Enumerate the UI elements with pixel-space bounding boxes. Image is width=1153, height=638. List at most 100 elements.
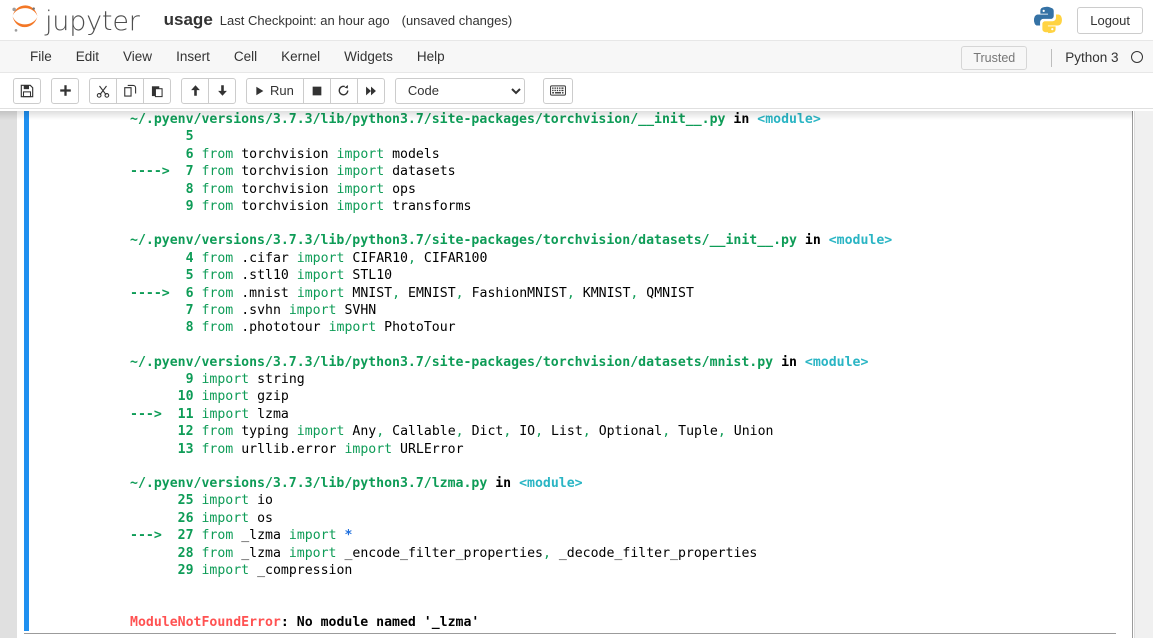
move-cell-down-button[interactable] (208, 77, 236, 104)
code-punct: , (717, 424, 726, 440)
code-punct: , (535, 424, 544, 440)
code-identifier: torchvision (241, 146, 329, 162)
toolbar-group-clipboard (89, 77, 171, 104)
code-keyword: from (201, 164, 234, 180)
toolbar-group-move (181, 77, 236, 104)
code-identifier: torchvision (241, 181, 329, 197)
menu-item-insert[interactable]: Insert (164, 43, 222, 70)
code-star: * (344, 528, 353, 544)
notebook-page: ~/.pyenv/versions/3.7.3/lib/python3.7/si… (17, 111, 1133, 638)
traceback-line-number: 26 (177, 510, 194, 526)
code-keyword: from (201, 528, 234, 544)
code-identifier: CIFAR100 (423, 250, 488, 266)
traceback-source-line: ----> 6 from .mnist import MNIST, EMNIST… (130, 285, 1110, 302)
jupyter-notebook-app: jupyter usage Last Checkpoint: an hour a… (0, 0, 1153, 638)
traceback-frame-header: ~/.pyenv/versions/3.7.3/lib/python3.7/si… (130, 232, 1110, 249)
paste-icon (151, 85, 163, 97)
toolbar-group-insert (51, 77, 79, 104)
unsaved-changes-text: (unsaved changes) (401, 12, 513, 28)
menu-item-cell[interactable]: Cell (222, 43, 269, 70)
code-identifier: ops (392, 181, 416, 197)
run-button-label: Run (270, 83, 294, 98)
code-keyword: import (288, 302, 337, 318)
code-identifier: IO (519, 424, 536, 440)
menu-item-file[interactable]: File (18, 43, 64, 70)
code-identifier: string (257, 372, 305, 388)
insert-cell-below-button[interactable] (51, 77, 79, 104)
traceback-frame-header: ~/.pyenv/versions/3.7.3/lib/python3.7/lz… (130, 475, 1110, 492)
kernel-indicator[interactable]: Python 3 (1065, 49, 1143, 67)
code-identifier: torchvision (241, 164, 329, 180)
code-identifier: Optional (598, 424, 663, 440)
restart-kernel-button[interactable] (329, 77, 358, 104)
traceback-source-line: 12 from typing import Any, Callable, Dic… (130, 423, 1110, 440)
code-punct: , (455, 424, 464, 440)
traceback-source-line: 5 (130, 128, 1110, 145)
copy-cell-button[interactable] (116, 77, 144, 104)
code-keyword: import (336, 181, 385, 197)
code-punct: , (662, 424, 671, 440)
notebook-scroll-area[interactable]: ~/.pyenv/versions/3.7.3/lib/python3.7/si… (0, 111, 1153, 638)
code-identifier: models (392, 146, 440, 162)
error-message: No module named '_lzma' (296, 614, 480, 630)
save-button[interactable] (13, 77, 41, 104)
code-identifier: PhotoTour (384, 320, 456, 336)
selected-cell-indicator (24, 111, 29, 631)
code-identifier: QMNIST (646, 285, 694, 301)
code-keyword: from (201, 441, 234, 457)
restart-and-run-all-button[interactable] (356, 77, 385, 104)
traceback-line-number: 8 (185, 320, 194, 336)
trusted-badge[interactable]: Trusted (961, 45, 1028, 70)
traceback-source-line: 25 import io (130, 492, 1110, 509)
logout-button[interactable]: Logout (1077, 6, 1143, 34)
traceback-line-number: 7 (185, 164, 194, 180)
menu-item-help[interactable]: Help (405, 43, 457, 70)
traceback-line-number: 8 (185, 181, 194, 197)
jupyter-logo[interactable]: jupyter (8, 5, 140, 35)
traceback-line-number: 4 (185, 250, 194, 266)
traceback-frame: ~/.pyenv/versions/3.7.3/lib/python3.7/lz… (130, 475, 1110, 579)
traceback-line-number: 10 (177, 389, 194, 405)
command-palette-button[interactable] (542, 77, 573, 104)
menu-item-edit[interactable]: Edit (64, 43, 111, 70)
menu-item-widgets[interactable]: Widgets (332, 43, 405, 70)
code-identifier: .phototour (241, 320, 321, 336)
run-button[interactable]: Run (246, 77, 304, 104)
code-keyword: import (201, 510, 250, 526)
menu-item-view[interactable]: View (111, 43, 164, 70)
code-keyword: import (296, 424, 345, 440)
last-checkpoint-text: Last Checkpoint: an hour ago (219, 12, 390, 28)
traceback-error-line: ModuleNotFoundError: No module named '_l… (130, 614, 1110, 631)
cell-type-select[interactable]: Code Markdown Raw NBConvert Heading (394, 77, 525, 104)
notebook-title[interactable]: usage (164, 10, 213, 30)
move-cell-up-button[interactable] (181, 77, 209, 104)
code-identifier: URLError (400, 441, 464, 457)
code-identifier: _compression (257, 562, 353, 578)
traceback-source-line: ---> 11 import lzma (130, 406, 1110, 423)
code-identifier: os (257, 510, 273, 526)
traceback-line-number: 5 (185, 129, 194, 145)
menubar-divider (1051, 48, 1053, 67)
notebook-left-gutter (0, 111, 17, 638)
traceback-arrow: ----> (130, 164, 170, 180)
interrupt-kernel-button[interactable] (302, 77, 331, 104)
code-identifier: .mnist (241, 285, 289, 301)
scissors-icon (96, 85, 110, 98)
traceback-spacer (130, 596, 1110, 613)
traceback-source-line: 6 from torchvision import models (130, 146, 1110, 163)
menu-item-kernel[interactable]: Kernel (269, 43, 332, 70)
paste-cell-button[interactable] (143, 77, 171, 104)
fast-forward-icon (365, 86, 376, 95)
traceback-file-path: ~/.pyenv/versions/3.7.3/lib/python3.7/si… (130, 354, 774, 370)
code-identifier: Callable (392, 424, 456, 440)
code-identifier: KMNIST (582, 285, 631, 301)
code-keyword: import (296, 268, 345, 284)
jupyter-logo-icon (12, 5, 38, 32)
kernel-idle-circle-icon (1131, 50, 1143, 63)
cut-cell-button[interactable] (89, 77, 117, 104)
code-keyword: import (344, 441, 393, 457)
notebook-scrollbar[interactable] (1134, 111, 1153, 638)
traceback-line-number: 12 (177, 424, 194, 440)
code-punct: , (455, 285, 464, 301)
stop-square-icon (312, 86, 322, 95)
